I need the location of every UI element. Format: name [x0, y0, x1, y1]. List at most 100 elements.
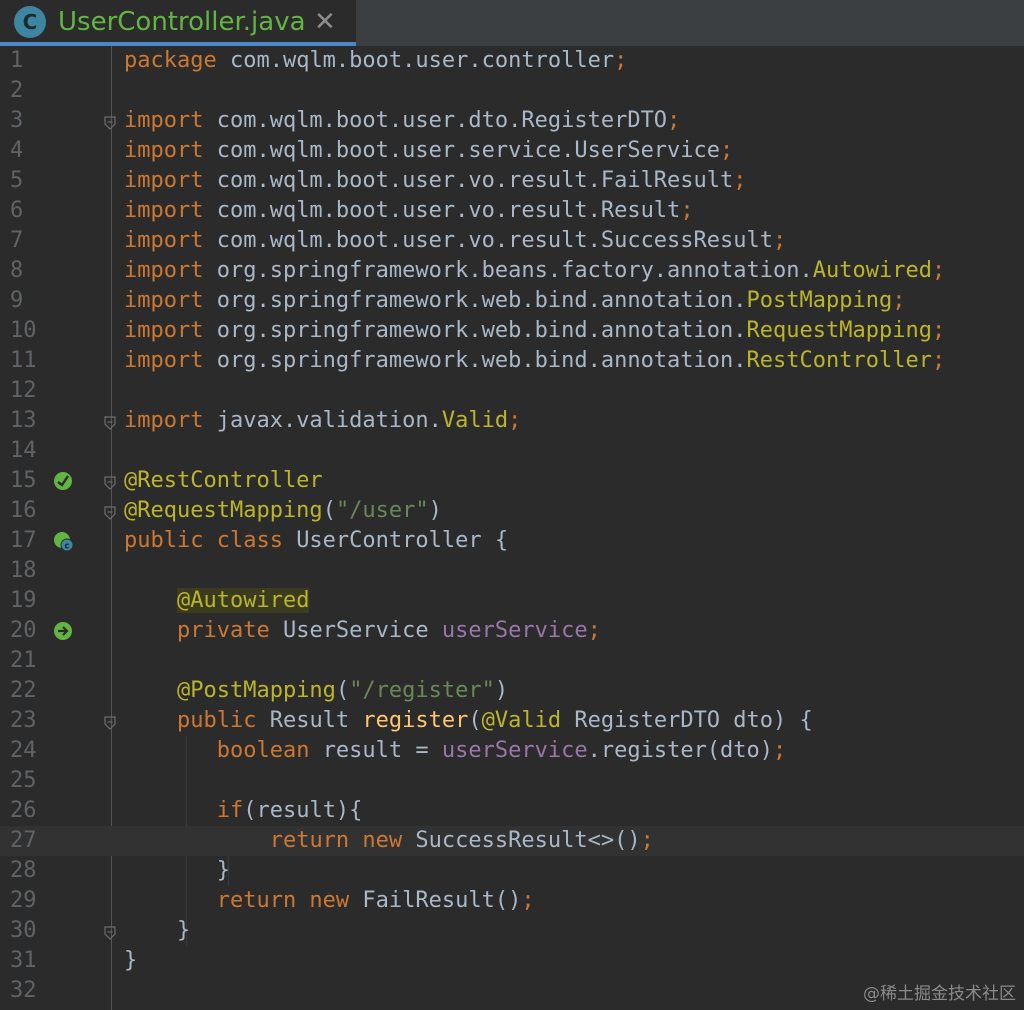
code-token: PostMapping — [746, 288, 893, 313]
code-line[interactable]: 13 import javax.validation.Valid; — [0, 406, 1024, 436]
autowired-icon[interactable] — [52, 620, 74, 642]
code-line[interactable]: 4 import com.wqlm.boot.user.service.UserS… — [0, 136, 1024, 166]
code-text: private UserService userService; — [124, 616, 601, 646]
fold-icon[interactable] — [104, 475, 116, 490]
code-token: ; — [667, 108, 681, 133]
line-number: 14 — [10, 438, 37, 463]
svg-text:c: c — [64, 542, 69, 552]
editor-tab-bar: C UserController.java ✕ — [0, 0, 1024, 46]
line-number: 28 — [10, 858, 37, 883]
code-token: javax.validation. — [216, 408, 442, 433]
code-token: ) — [494, 678, 509, 703]
code-line[interactable]: 11 import org.springframework.web.bind.an… — [0, 346, 1024, 376]
code-token: import — [124, 198, 217, 223]
code-line[interactable]: 17 c public class UserController { — [0, 526, 1024, 556]
close-icon[interactable]: ✕ — [314, 4, 336, 40]
line-number: 13 — [10, 408, 37, 433]
code-token: @RestController — [124, 468, 323, 493]
code-text: if(result){ — [124, 796, 363, 826]
fold-icon[interactable] — [104, 715, 116, 730]
code-token: UserService — [282, 618, 442, 643]
code-text: import com.wqlm.boot.user.vo.result.Fail… — [124, 166, 747, 196]
code-token: RegisterDTO dto) { — [574, 708, 813, 733]
line-number: 30 — [10, 918, 37, 943]
code-line[interactable]: 10 import org.springframework.web.bind.an… — [0, 316, 1024, 346]
tab-usercontroller[interactable]: C UserController.java ✕ — [0, 0, 356, 46]
line-number: 29 — [10, 888, 37, 913]
code-line[interactable]: 29 return new FailResult(); — [0, 886, 1024, 916]
code-line[interactable]: 22 @PostMapping("/register") — [0, 676, 1024, 706]
code-token: @PostMapping — [176, 678, 336, 703]
code-line[interactable]: 15 @RestController — [0, 466, 1024, 496]
line-number: 4 — [10, 138, 24, 163]
code-text: public Result register(@Valid RegisterDT… — [124, 706, 813, 736]
code-line[interactable]: 7 import com.wqlm.boot.user.vo.result.Suc… — [0, 226, 1024, 256]
line-number: 31 — [10, 948, 37, 973]
code-line[interactable]: 18 — [0, 556, 1024, 586]
code-token: com.wqlm.boot.user.dto.RegisterDTO — [216, 108, 668, 133]
code-text: package com.wqlm.boot.user.controller; — [124, 46, 627, 76]
fold-icon[interactable] — [104, 415, 116, 430]
code-token: userService — [441, 738, 588, 763]
code-line[interactable]: 27 return new SuccessResult<>(); — [0, 826, 1024, 856]
code-line[interactable]: 1 package com.wqlm.boot.user.controller; — [0, 46, 1024, 76]
code-line[interactable]: 3 import com.wqlm.boot.user.dto.RegisterD… — [0, 106, 1024, 136]
line-number: 19 — [10, 588, 37, 613]
code-line[interactable]: 21 — [0, 646, 1024, 676]
line-number: 24 — [10, 738, 37, 763]
code-token: ( — [335, 678, 350, 703]
fold-icon[interactable] — [104, 925, 116, 940]
line-number: 9 — [10, 288, 24, 313]
code-token: RequestMapping — [746, 318, 932, 343]
code-token: FailResult() — [362, 888, 522, 913]
code-token: ; — [892, 288, 906, 313]
code-line[interactable]: 31} — [0, 946, 1024, 976]
code-line[interactable]: 19 @Autowired — [0, 586, 1024, 616]
class-bean-icon[interactable]: c — [52, 530, 74, 552]
code-text: public class UserController { — [124, 526, 508, 556]
code-text: @Autowired — [124, 586, 310, 616]
line-number: 5 — [10, 168, 24, 193]
code-line[interactable]: 30 } — [0, 916, 1024, 946]
fold-icon[interactable] — [104, 115, 116, 130]
code-token: @Valid — [481, 708, 575, 733]
code-token: org.springframework.web.bind.annotation. — [216, 348, 747, 373]
code-line[interactable]: 28 } — [0, 856, 1024, 886]
line-number: 8 — [10, 258, 24, 283]
code-token: com.wqlm.boot.user.controller — [229, 48, 615, 73]
code-text: import com.wqlm.boot.user.dto.RegisterDT… — [124, 106, 680, 136]
code-line[interactable]: 26 if(result){ — [0, 796, 1024, 826]
code-token: import — [124, 408, 217, 433]
code-text: } — [124, 946, 137, 976]
code-token: UserController { — [296, 528, 509, 553]
code-line[interactable]: 23 public Result register(@Valid Registe… — [0, 706, 1024, 736]
code-line[interactable]: 5 import com.wqlm.boot.user.vo.result.Fai… — [0, 166, 1024, 196]
code-line[interactable]: 14 — [0, 436, 1024, 466]
watermark: @稀土掘金技术社区 — [863, 984, 1016, 1004]
code-token: import — [124, 108, 217, 133]
code-line[interactable]: 2 — [0, 76, 1024, 106]
code-line[interactable]: 9 import org.springframework.web.bind.ann… — [0, 286, 1024, 316]
bean-icon[interactable] — [52, 470, 74, 492]
code-line[interactable]: 25 — [0, 766, 1024, 796]
code-text: return new SuccessResult<>(); — [124, 826, 654, 856]
fold-icon[interactable] — [104, 505, 116, 520]
code-line[interactable]: 20 private UserService userService; — [0, 616, 1024, 646]
code-token: } — [124, 948, 138, 973]
code-line[interactable]: 8 import org.springframework.beans.factor… — [0, 256, 1024, 286]
code-token: userService — [441, 618, 588, 643]
code-line[interactable]: 6 import com.wqlm.boot.user.vo.result.Res… — [0, 196, 1024, 226]
line-number: 23 — [10, 708, 37, 733]
code-token: ( — [468, 708, 482, 733]
code-token: ; — [587, 618, 601, 643]
line-number: 7 — [10, 228, 24, 253]
code-line[interactable]: 16 @RequestMapping("/user") — [0, 496, 1024, 526]
code-text: @RequestMapping("/user") — [124, 496, 442, 526]
code-line[interactable]: 24 boolean result = userService.register… — [0, 736, 1024, 766]
code-line[interactable]: 12 — [0, 376, 1024, 406]
code-token: @Autowired — [176, 588, 310, 613]
code-editor[interactable]: 1 package com.wqlm.boot.user.controller; 2… — [0, 46, 1024, 1010]
